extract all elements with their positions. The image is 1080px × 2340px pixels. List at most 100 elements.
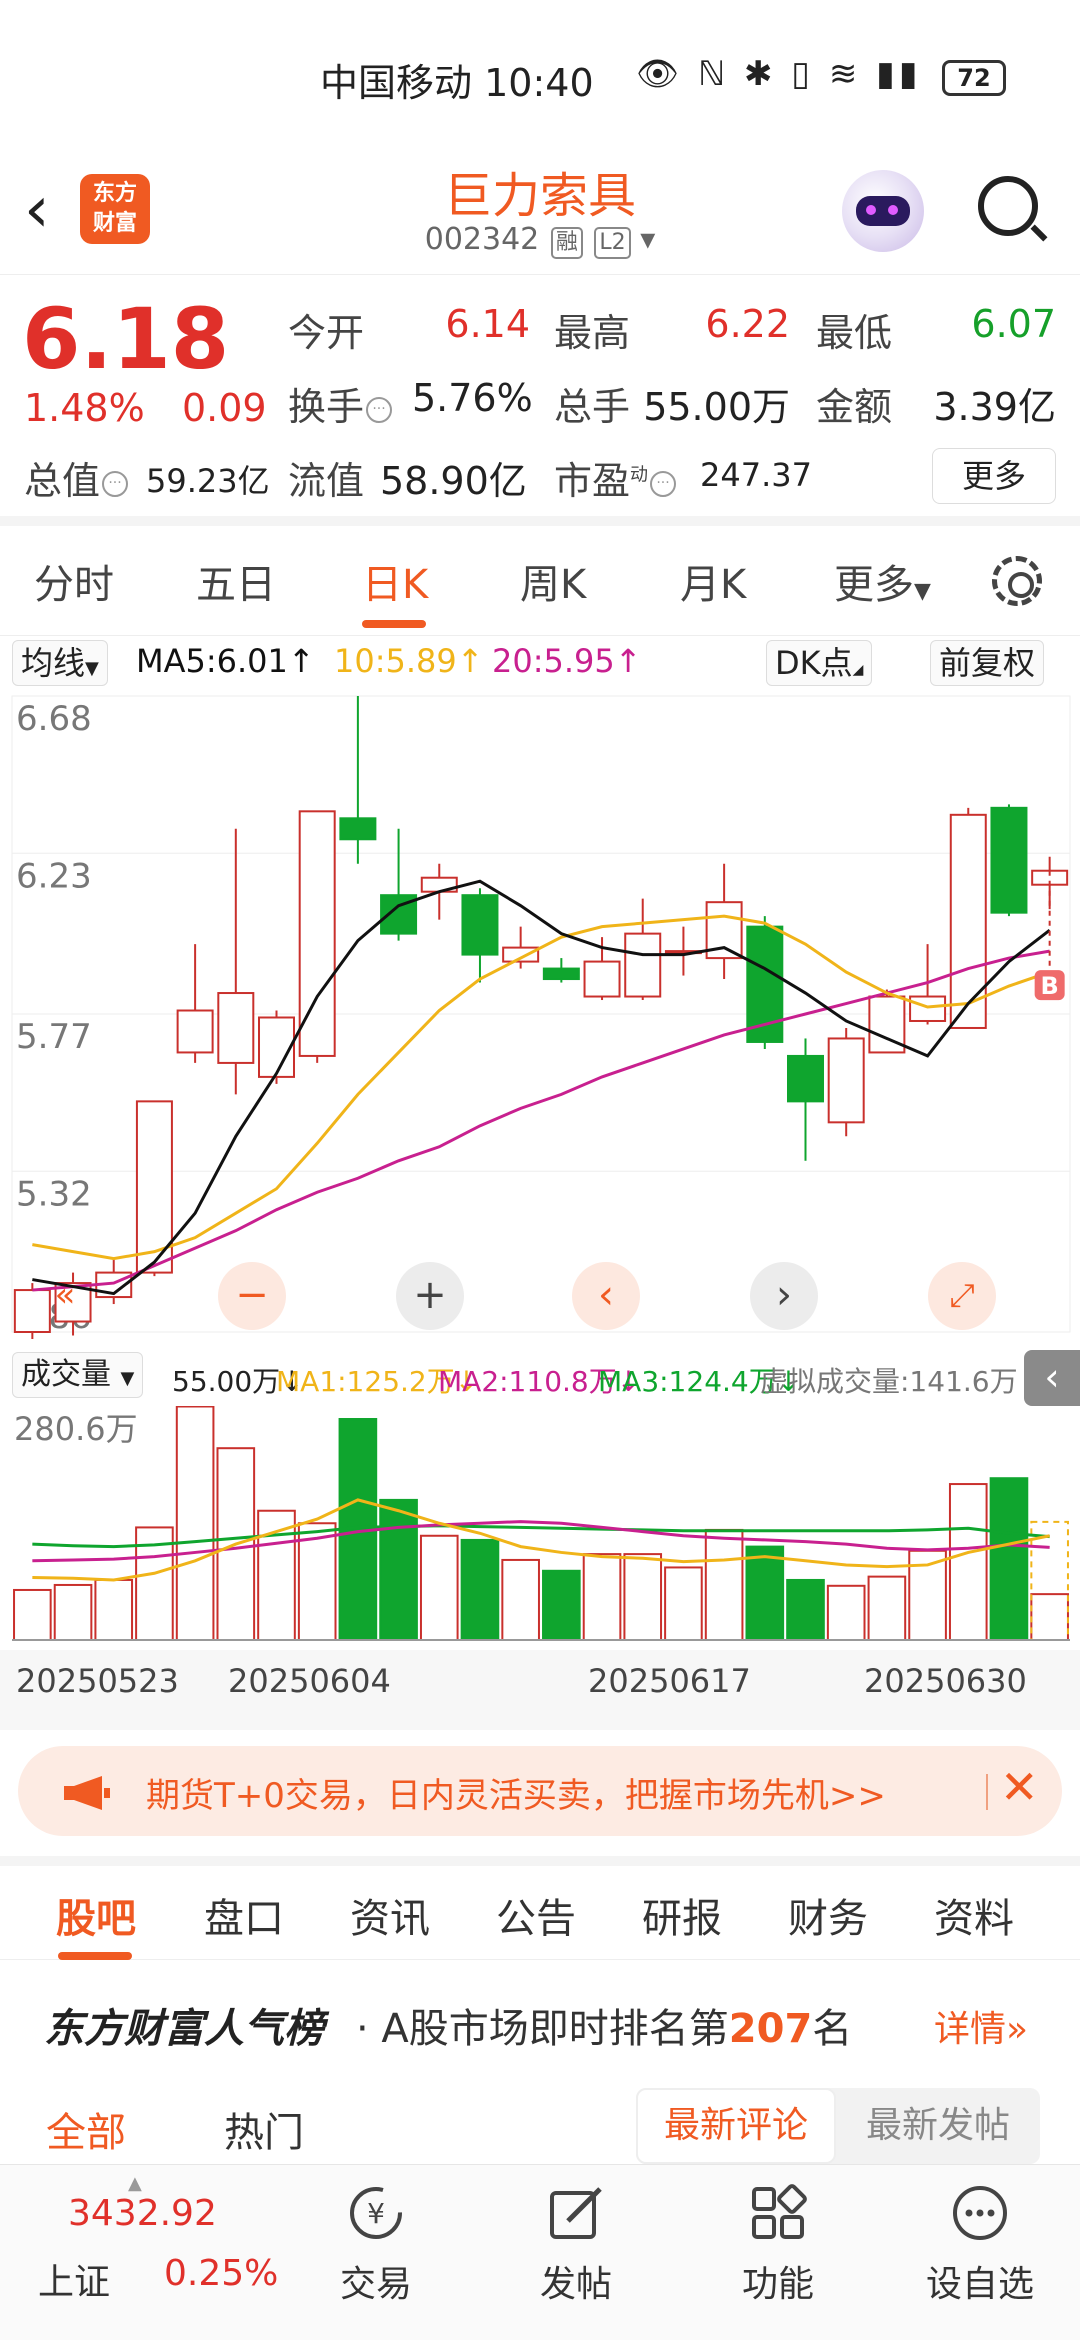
sort-latest-comment[interactable]: 最新评论 [636, 2088, 836, 2164]
sort-latest-post[interactable]: 最新发帖 [836, 2088, 1040, 2164]
price-tick-label: 5.77 [16, 1017, 92, 1057]
promo-banner[interactable]: 期货T+0交易，日内灵活买卖，把握市场先机>> ✕ [18, 1746, 1062, 1836]
filter-hot[interactable]: 热门 [224, 2100, 304, 2158]
info-icon[interactable]: ··· [650, 470, 677, 497]
caret-down-icon: ▼ [914, 579, 931, 604]
volume-label: 总手 [554, 385, 631, 429]
ma5-line [32, 879, 1051, 1296]
index-name[interactable]: 上证 [38, 2253, 110, 2305]
volume-bar [379, 1498, 418, 1642]
tab-weekly-k[interactable]: 周K [520, 552, 586, 610]
volume-bar [1030, 1593, 1069, 1642]
pe-label-text: 市盈 [554, 459, 631, 503]
high-label: 最高 [554, 311, 631, 355]
vol-ma2-text: MA2:110.8万 [438, 1365, 617, 1398]
gear-icon[interactable] [992, 556, 1042, 606]
pe-value: 247.37 [700, 456, 812, 494]
volume-bar [704, 1528, 744, 1641]
battery-icon: 72 [942, 60, 1006, 96]
period-tabs: 分时 五日 日K 周K 月K 更多▼ [0, 536, 1080, 636]
battery-level: 72 [957, 64, 991, 92]
kline-chart[interactable]: 6.686.235.775.324.86B [0, 686, 1080, 1346]
tab-more[interactable]: 更多▼ [834, 552, 931, 610]
tab-news[interactable]: 资讯 [350, 1886, 430, 1944]
index-value[interactable]: 3432.92 [68, 2193, 217, 2234]
volume-bar [542, 1569, 581, 1641]
ma-type-label: 均线 [21, 644, 86, 682]
turnover-value: 5.76% [412, 376, 533, 420]
tab-monthly-k[interactable]: 月K [680, 552, 746, 610]
fullscreen-icon[interactable]: ⤢ [928, 1262, 996, 1330]
date-label: 20250604 [228, 1662, 391, 1700]
buy-marker-label: B [1041, 972, 1059, 1000]
index-pct: 0.25% [164, 2253, 279, 2294]
edit-icon [550, 2187, 602, 2239]
volume-bar [419, 1534, 459, 1642]
rank-brand: 东方财富人气榜 [44, 2006, 324, 2052]
tab-guba[interactable]: 股吧 [56, 1886, 136, 1944]
volume-max-label: 280.6万 [14, 1410, 138, 1448]
last-price: 6.18 [22, 290, 230, 388]
tab-daily-k[interactable]: 日K [362, 552, 428, 610]
rewind-icon[interactable]: « [40, 1262, 90, 1330]
ma5-text: MA5:6.01 [136, 642, 288, 680]
change-percent: 1.48% [24, 386, 145, 430]
candle-body [990, 806, 1028, 914]
tab-five-day[interactable]: 五日 [196, 552, 276, 610]
volume-bar [623, 1553, 663, 1641]
volume-indicator-select[interactable]: 成交量 ▼ [12, 1352, 144, 1398]
info-icon[interactable]: ··· [102, 470, 129, 497]
tab-announcement[interactable]: 公告 [496, 1886, 576, 1944]
stock-code: 002342 [424, 222, 540, 257]
volume-bar [989, 1477, 1029, 1641]
rank-details-label: 详情 [934, 2009, 1007, 2050]
rank-suffix: 名 [812, 2006, 853, 2052]
caret-down-icon: ▼ [85, 658, 99, 679]
pe-sup: 动 [630, 464, 649, 486]
tab-research[interactable]: 研报 [642, 1886, 722, 1944]
scroll-right-button[interactable]: › [750, 1262, 818, 1330]
more-button[interactable]: 更多 [932, 448, 1056, 504]
volume-bar [13, 1588, 52, 1641]
dk-point-button[interactable]: DK点◢ [766, 640, 873, 686]
nav-watchlist[interactable]: 设自选 [910, 2175, 1050, 2307]
mktcap-label-text: 总值 [24, 459, 101, 503]
amount-value: 3.39亿 [933, 385, 1056, 429]
close-icon[interactable]: ✕ [1000, 1760, 1039, 1814]
caret-up-icon: ▲ [128, 2173, 142, 2194]
candle-body [217, 992, 255, 1064]
scroll-left-button[interactable]: ‹ [572, 1262, 640, 1330]
rank-details-link[interactable]: 详情» [934, 2000, 1028, 2052]
mktcap-value: 59.23亿 [146, 462, 270, 500]
rank-text: · A股市场即时排名第207名 [356, 1996, 852, 2054]
robot-face [856, 196, 910, 226]
nav-features[interactable]: 功能 [708, 2175, 848, 2307]
turnover-label: 换手 ··· [288, 376, 393, 431]
tab-finance[interactable]: 财务 [788, 1886, 868, 1944]
adjust-button[interactable]: 前复权 [930, 640, 1045, 686]
volume-chart[interactable]: 280.6万 [0, 1406, 1080, 1646]
info-icon[interactable]: ··· [366, 396, 393, 423]
yuan-cycle-icon: ¥ [350, 2187, 402, 2239]
search-icon[interactable] [978, 176, 1038, 236]
date-label: 20250523 [16, 1662, 179, 1700]
assistant-robot-icon[interactable] [842, 170, 924, 252]
float-label: 流值 [288, 459, 365, 503]
ma20-text: 20:5.95 [492, 642, 615, 680]
amount-label: 金额 [816, 385, 893, 429]
nav-post[interactable]: 发帖 [506, 2175, 646, 2307]
ma-type-select[interactable]: 均线▼ [12, 640, 108, 686]
tab-profile[interactable]: 资料 [934, 1886, 1014, 1944]
nav-trade[interactable]: ¥ 交易 [306, 2175, 446, 2307]
filter-all[interactable]: 全部 [46, 2100, 126, 2158]
zoom-out-button[interactable]: − [218, 1262, 286, 1330]
volume-value: 55.00万 [643, 385, 790, 429]
collapse-arrow-icon[interactable]: ‹ [1024, 1350, 1080, 1406]
sort-segmented-control: 最新评论 最新发帖 [636, 2088, 1040, 2164]
status-carrier-time: 中国移动 10:40 [320, 52, 594, 107]
popularity-rank-row[interactable]: 东方财富人气榜 · A股市场即时排名第207名 详情» [0, 1966, 1080, 2076]
tab-intraday[interactable]: 分时 [34, 552, 114, 610]
tab-orderbook[interactable]: 盘口 [204, 1886, 284, 1944]
zoom-in-button[interactable]: + [396, 1262, 464, 1330]
volume-bar [786, 1578, 825, 1641]
